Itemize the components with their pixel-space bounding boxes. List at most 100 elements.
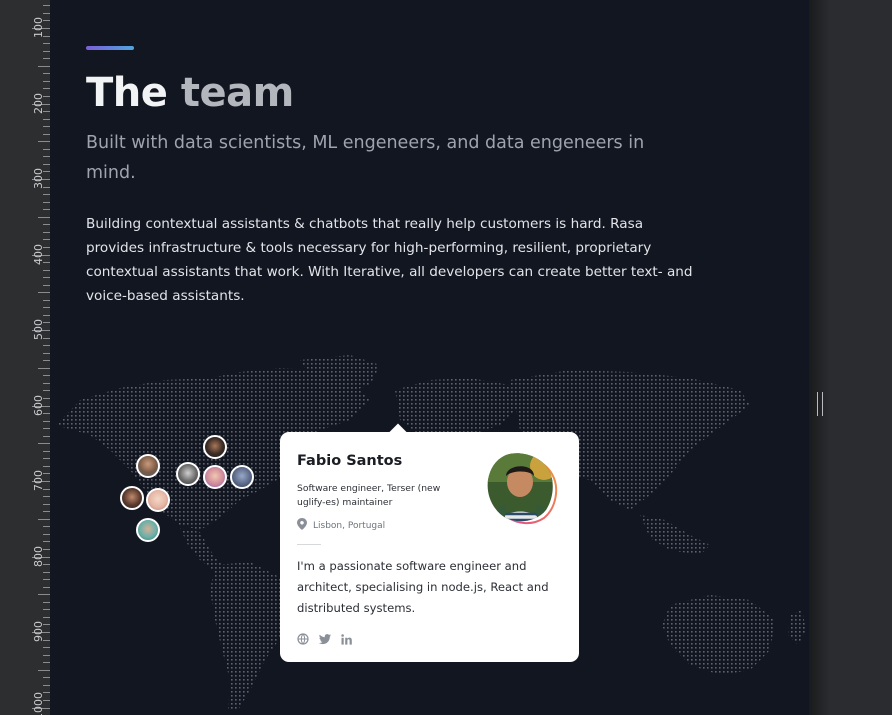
ruler-tick: [43, 541, 50, 543]
member-role: Software engineer, Terser (new uglify-es…: [297, 483, 441, 508]
ruler-tick: [43, 239, 50, 241]
ruler-tick: [43, 126, 50, 128]
social-links: [297, 630, 352, 649]
ruler-tick: [43, 50, 50, 52]
ruler-tick: [43, 450, 50, 452]
team-member-avatar[interactable]: [136, 454, 160, 478]
team-section: The team Built with data scientists, ML …: [50, 0, 809, 715]
ruler-tick: [43, 503, 50, 505]
ruler-tick: [38, 141, 50, 143]
ruler-tick: [43, 428, 50, 430]
ruler-tick: [43, 616, 50, 618]
location-text: Lisbon, Portugal: [313, 520, 386, 531]
ruler-tick: [43, 58, 50, 60]
ruler-tick: [43, 194, 50, 196]
ruler-label: 800: [32, 545, 45, 567]
ruler-tick: [43, 5, 50, 7]
ruler-tick: [43, 390, 50, 392]
location-pin-icon: [297, 518, 307, 533]
ruler-tick: [43, 163, 50, 165]
title-accent: team: [180, 70, 294, 116]
member-bio: I'm a passionate software engineer and a…: [297, 559, 549, 615]
ruler-tick: [43, 307, 50, 309]
ruler-tick: [38, 669, 50, 671]
ruler-tick: [43, 118, 50, 120]
team-member-card: Fabio Santos Software engineer, Terser (…: [280, 423, 579, 662]
ruler-tick: [43, 80, 50, 82]
ruler-tick: [38, 518, 50, 520]
ruler-tick: [43, 43, 50, 45]
ruler-label: 900: [32, 621, 45, 642]
ruler-tick: [43, 12, 50, 14]
twitter-icon[interactable]: [319, 630, 331, 649]
globe-icon[interactable]: [297, 630, 309, 649]
ruler-tick: [43, 579, 50, 581]
card-divider: [297, 544, 321, 545]
ruler-tick: [43, 360, 50, 362]
ruler-tick: [43, 375, 50, 377]
linkedin-icon[interactable]: [341, 630, 352, 649]
team-member-avatar[interactable]: [230, 465, 254, 489]
ruler-tick: [43, 284, 50, 286]
ruler-tick: [38, 594, 50, 596]
member-name: Fabio Santos: [297, 453, 403, 469]
section-description: Building contextual assistants & chatbot…: [86, 216, 693, 304]
ruler-label: 400: [32, 243, 45, 265]
member-photo: [487, 453, 558, 524]
ruler-tick: [43, 654, 50, 656]
ruler-label: 200: [32, 92, 45, 114]
ruler-tick: [43, 571, 50, 573]
ruler-tick: [43, 231, 50, 233]
ruler-tick: [43, 314, 50, 316]
ruler-tick: [43, 133, 50, 135]
ruler-tick: [43, 420, 50, 422]
ruler-tick: [43, 662, 50, 664]
ruler-tick: [43, 201, 50, 203]
ruler-tick: [43, 352, 50, 354]
accent-bar: [86, 46, 134, 50]
ruler-tick: [43, 684, 50, 686]
ruler-tick: [43, 458, 50, 460]
team-member-avatar[interactable]: [203, 435, 227, 459]
ruler-tick: [43, 465, 50, 467]
ruler-tick: [43, 269, 50, 271]
ruler-label: 300: [32, 168, 45, 189]
ruler-tick: [43, 88, 50, 90]
ruler-tick: [43, 601, 50, 603]
ruler-tick: [43, 73, 50, 75]
section-subtitle: Built with data scientists, ML engeneers…: [86, 133, 645, 183]
ruler-label: 1000: [32, 691, 45, 715]
ruler-tick: [43, 496, 50, 498]
team-member-avatar[interactable]: [136, 518, 160, 542]
ruler-tick: [43, 156, 50, 158]
ruler-tick: [43, 277, 50, 279]
page-title: The team: [86, 70, 294, 116]
ruler-tick: [43, 435, 50, 437]
team-member-avatar[interactable]: [176, 462, 200, 486]
ruler-tick: [43, 586, 50, 588]
ruler-tick: [38, 216, 50, 218]
ruler-label: 500: [32, 319, 45, 340]
ruler-tick: [38, 292, 50, 294]
ruler-tick: [43, 382, 50, 384]
ruler-tick: [43, 647, 50, 649]
ruler-tick: [43, 345, 50, 347]
resize-handle[interactable]: [817, 392, 823, 416]
ruler-tick: [38, 65, 50, 67]
ruler-tick: [43, 148, 50, 150]
ruler-tick: [43, 533, 50, 535]
ruler-tick: [43, 224, 50, 226]
ruler-tick: [43, 526, 50, 528]
ruler-tick: [43, 609, 50, 611]
title-main: The: [86, 70, 168, 116]
team-member-avatar[interactable]: [203, 465, 227, 489]
team-member-avatar[interactable]: [146, 488, 170, 512]
ruler-tick: [38, 443, 50, 445]
member-location: Lisbon, Portugal: [297, 518, 385, 533]
ruler-tick: [43, 677, 50, 679]
editor-side-panel: [809, 0, 892, 715]
ruler-tick: [38, 367, 50, 369]
ruler-label: 600: [32, 394, 45, 416]
team-member-avatar[interactable]: [120, 486, 144, 510]
ruler-tick: [43, 511, 50, 513]
